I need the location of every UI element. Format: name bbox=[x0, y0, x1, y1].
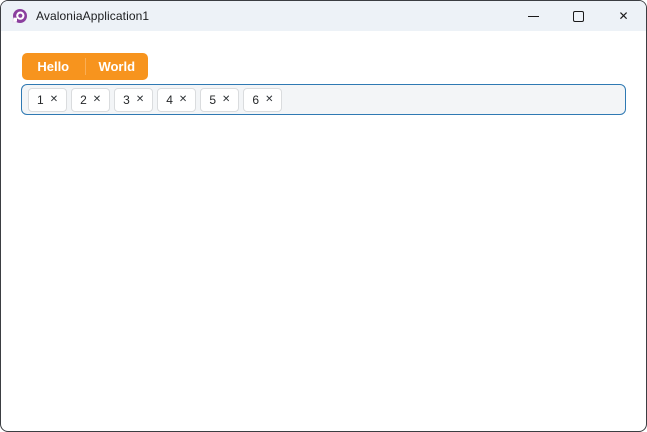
tag-chip: 6 ✕ bbox=[243, 87, 283, 112]
tab-strip: Hello World bbox=[22, 53, 148, 80]
tab-hello[interactable]: Hello bbox=[22, 53, 85, 80]
minimize-icon bbox=[528, 15, 539, 17]
tab-world[interactable]: World bbox=[86, 53, 149, 80]
minimize-button[interactable] bbox=[511, 1, 556, 31]
remove-tag-icon[interactable]: ✕ bbox=[93, 94, 101, 105]
tag-chip: 5 ✕ bbox=[200, 87, 240, 112]
remove-tag-icon[interactable]: ✕ bbox=[179, 94, 187, 105]
window-controls: ✕ bbox=[511, 1, 646, 31]
tag-value: 1 bbox=[37, 92, 44, 107]
remove-tag-icon[interactable]: ✕ bbox=[136, 94, 144, 105]
app-window: AvaloniaApplication1 ✕ Hello World 1 ✕ 2… bbox=[0, 0, 647, 432]
tag-chip: 4 ✕ bbox=[157, 87, 197, 112]
close-button[interactable]: ✕ bbox=[601, 1, 646, 31]
tag-value: 5 bbox=[209, 92, 216, 107]
remove-tag-icon[interactable]: ✕ bbox=[222, 94, 230, 105]
remove-tag-icon[interactable]: ✕ bbox=[50, 94, 58, 105]
tag-value: 6 bbox=[252, 92, 260, 107]
titlebar[interactable]: AvaloniaApplication1 ✕ bbox=[1, 1, 646, 31]
maximize-icon bbox=[573, 10, 584, 22]
tag-value: 4 bbox=[166, 92, 173, 107]
tag-chip: 1 ✕ bbox=[28, 87, 68, 112]
tag-value: 3 bbox=[123, 92, 130, 107]
tag-chip: 3 ✕ bbox=[114, 87, 154, 112]
close-icon: ✕ bbox=[618, 9, 629, 23]
avalonia-logo-icon bbox=[12, 8, 28, 24]
tag-value: 2 bbox=[80, 92, 87, 107]
window-title: AvaloniaApplication1 bbox=[36, 9, 150, 23]
remove-tag-icon[interactable]: ✕ bbox=[265, 94, 273, 105]
maximize-button[interactable] bbox=[556, 1, 601, 31]
tag-chip: 2 ✕ bbox=[71, 87, 111, 112]
tags-input[interactable]: 1 ✕ 2 ✕ 3 ✕ 4 ✕ 5 ✕ 6 ✕ bbox=[21, 84, 626, 115]
